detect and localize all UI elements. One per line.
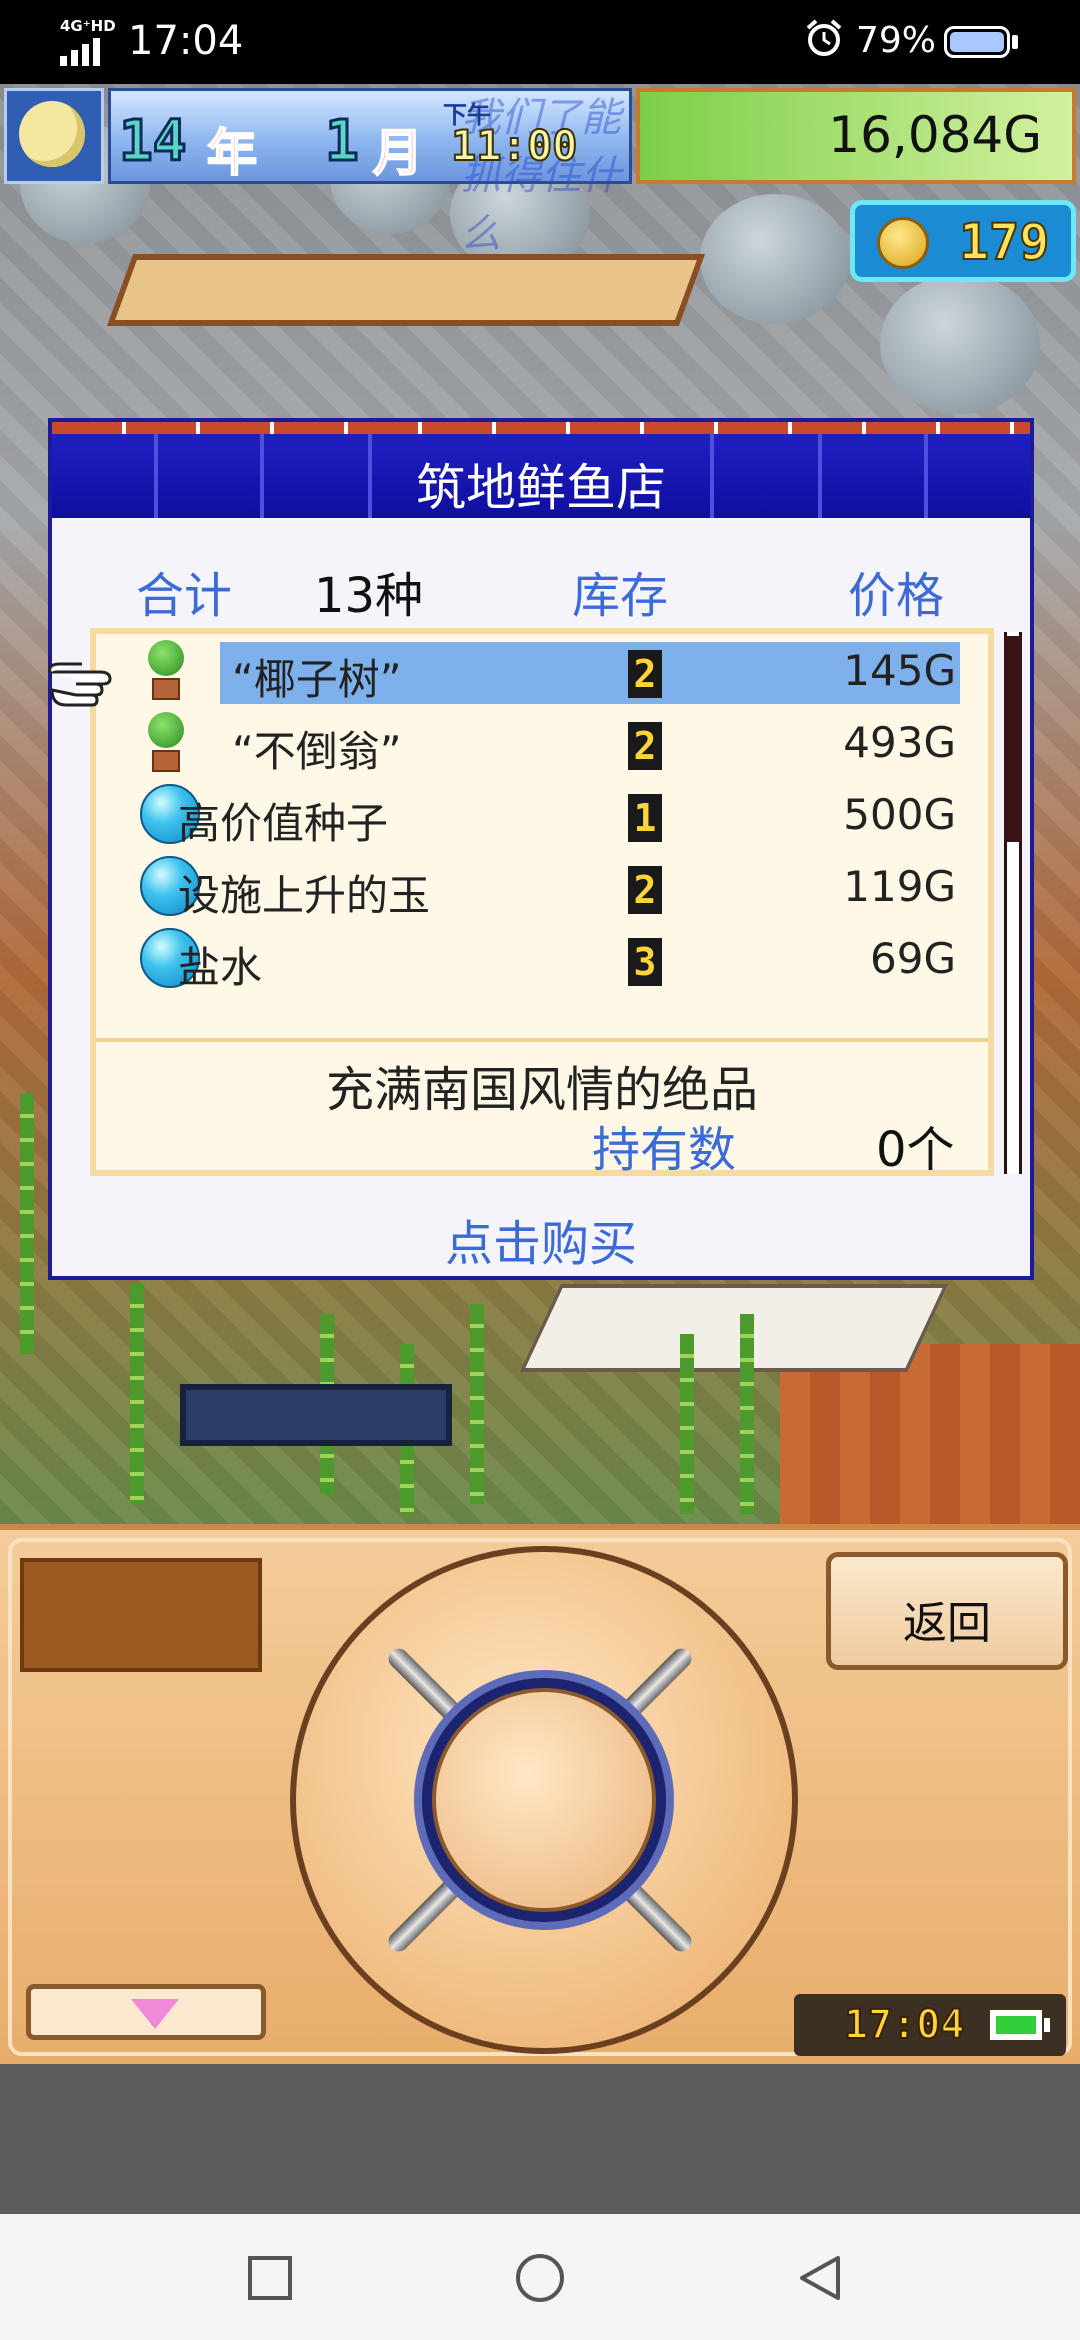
item-description: 充满南国风情的绝品 — [325, 1062, 758, 1118]
back-icon[interactable] — [796, 2254, 844, 2302]
owned-value: 0个 — [876, 1122, 955, 1178]
total-label: 合计 — [136, 568, 233, 624]
shop-title: 筑地鲜鱼店 — [416, 459, 666, 517]
bamboo — [130, 1284, 144, 1504]
buy-button[interactable]: 点击购买 — [52, 1204, 1030, 1274]
network-indicator: 4G⁺HD — [60, 17, 116, 35]
letterbox-band — [0, 2064, 1080, 2214]
list-item[interactable]: 设施上升的玉 2 119G — [96, 854, 966, 920]
item-name: 设施上升的玉 — [178, 871, 431, 920]
item-stock: 1 — [628, 794, 662, 842]
list-item[interactable]: “椰子树” 2 145G — [96, 638, 966, 704]
snowy-tree — [880, 274, 1040, 414]
item-price: 493G — [843, 718, 956, 767]
item-name: “椰子树” — [232, 655, 402, 704]
owned-label: 持有数 — [592, 1122, 737, 1178]
alarm-icon — [806, 19, 842, 56]
item-stock: 3 — [628, 938, 662, 986]
coin-icon — [877, 217, 929, 269]
item-list: “椰子树” 2 145G “不倒翁” 2 493G 高价值种子 1 500G 设… — [90, 628, 994, 1178]
moon-icon — [19, 101, 85, 167]
back-button-label: 返回 — [903, 1598, 991, 1649]
counter-wall — [519, 1284, 949, 1372]
bamboo — [20, 1094, 34, 1354]
scrollbar-thumb[interactable] — [1004, 636, 1022, 842]
month-unit: 月 — [372, 123, 424, 183]
dialog-title-bar: 筑地鲜鱼店 — [52, 422, 1030, 518]
status-time: 17:04 — [128, 18, 244, 64]
navigation-bar — [0, 2214, 1080, 2340]
item-name: 盐水 — [178, 943, 263, 992]
money-amount: 16,084G — [828, 106, 1042, 164]
triangle-down-icon — [131, 1999, 179, 2029]
item-stock: 2 — [628, 866, 662, 914]
coin-counter[interactable]: 179 — [850, 200, 1076, 282]
list-item[interactable]: 盐水 3 69G — [96, 926, 966, 992]
pointing-hand-icon — [48, 662, 112, 707]
item-price: 145G — [843, 646, 956, 695]
game-time: 11:00 — [450, 120, 578, 171]
signal-icon — [60, 38, 100, 66]
time-of-day-box — [4, 88, 104, 184]
item-price: 500G — [843, 790, 956, 839]
info-box — [20, 1558, 262, 1672]
item-name: “不倒翁” — [232, 727, 402, 776]
list-item[interactable]: 高价值种子 1 500G — [96, 782, 966, 848]
battery-tip — [1044, 2018, 1050, 2032]
divider — [96, 1038, 988, 1042]
potted-tree-icon — [144, 712, 188, 774]
recents-icon[interactable] — [246, 2254, 294, 2302]
coin-amount: 179 — [958, 212, 1050, 272]
list-item[interactable]: “不倒翁” 2 493G — [96, 710, 966, 776]
awning-stripe — [52, 422, 1030, 434]
dark-roof — [180, 1384, 452, 1446]
home-icon[interactable] — [514, 2252, 566, 2304]
top-hud: 14 年 1 月 我们了能抓得住什么 下午 11:00 16,084G — [0, 86, 1080, 257]
item-stock: 2 — [628, 650, 662, 698]
date-box: 14 年 1 月 我们了能抓得住什么 下午 11:00 — [108, 88, 632, 257]
scroll-down-button[interactable] — [26, 1984, 266, 2040]
control-panel: 返回 17:04 — [0, 1524, 1080, 2064]
year-number: 14 — [117, 108, 187, 176]
device-clock-box: 17:04 — [794, 1994, 1066, 2056]
battery-icon — [944, 26, 1010, 58]
stock-header: 库存 — [572, 568, 669, 624]
back-button[interactable]: 返回 — [826, 1552, 1068, 1670]
bamboo — [680, 1334, 694, 1514]
battery-tip — [1012, 35, 1018, 49]
potted-tree-icon — [144, 640, 188, 702]
snowy-tree — [700, 194, 850, 324]
battery-percent: 79% — [856, 20, 937, 61]
shop-dialog: 筑地鲜鱼店 合计 13种 库存 价格 “椰子树” 2 145G “不倒翁” 2 … — [48, 418, 1034, 1280]
bamboo — [740, 1314, 754, 1514]
item-stock: 2 — [628, 722, 662, 770]
price-header: 价格 — [848, 568, 945, 624]
dpad-center-button[interactable] — [432, 1688, 656, 1912]
shop-roof — [106, 254, 706, 326]
status-bar: 4G⁺HD 17:04 79% — [0, 0, 1080, 84]
total-value: 13种 — [314, 568, 424, 624]
item-name: 高价值种子 — [178, 799, 389, 848]
bamboo — [470, 1304, 484, 1504]
device-clock: 17:04 — [843, 2001, 965, 2049]
item-price: 69G — [870, 934, 956, 983]
battery-icon — [990, 2010, 1042, 2040]
item-price: 119G — [843, 862, 956, 911]
year-unit: 年 — [206, 123, 258, 183]
month-number: 1 — [324, 108, 361, 176]
money-box: 16,084G — [636, 88, 1076, 184]
